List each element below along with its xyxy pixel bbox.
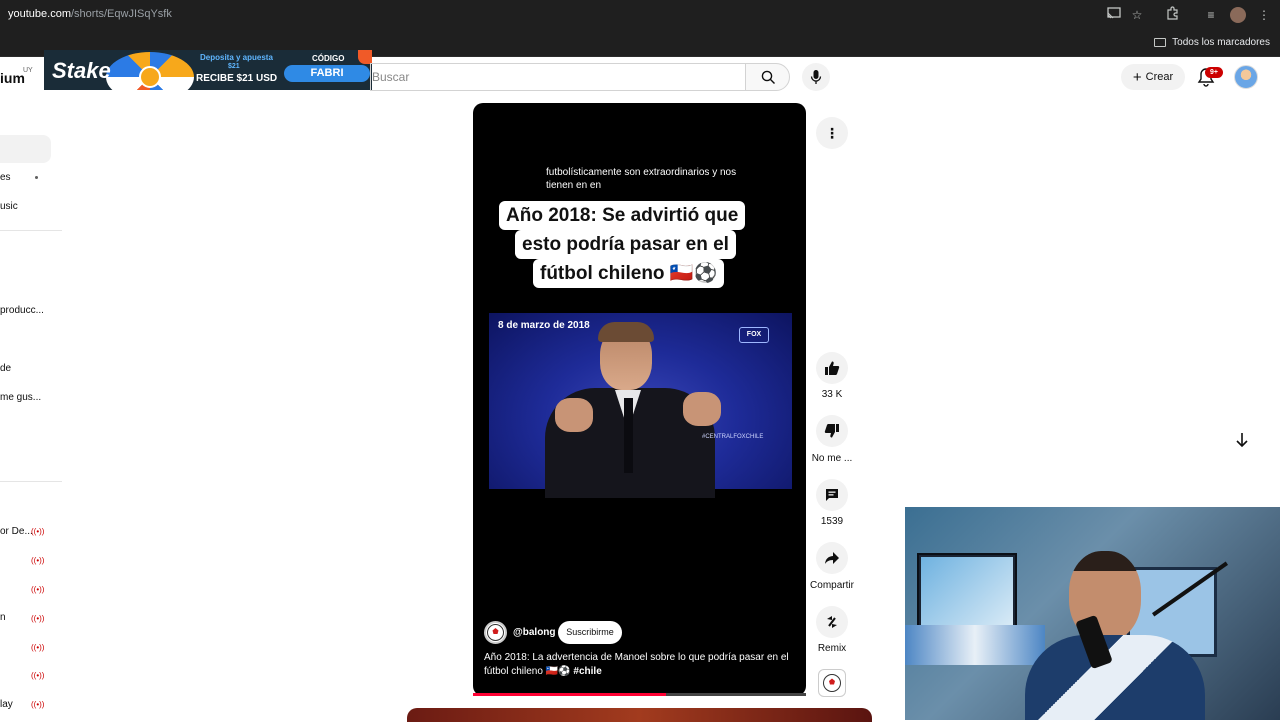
url-host: youtube.com bbox=[8, 8, 71, 20]
video-subtitle: futbolísticamente son extraordinarios y … bbox=[546, 167, 737, 191]
comment-icon bbox=[826, 489, 838, 501]
description-text: Año 2018: La advertencia de Manoel sobre… bbox=[484, 652, 789, 677]
fox-channel-logo: FOX bbox=[739, 327, 769, 343]
account-avatar[interactable] bbox=[1234, 65, 1258, 89]
live-icon[interactable]: ((•)) bbox=[31, 642, 44, 653]
url-path: /shorts/EqwJISqYsfk bbox=[70, 8, 172, 20]
remix-button[interactable] bbox=[816, 606, 848, 638]
streamer-webcam-overlay bbox=[905, 507, 1280, 720]
sidebar-new-dot bbox=[35, 176, 38, 179]
original-sound-button[interactable] bbox=[818, 669, 846, 697]
sidebar-divider bbox=[0, 481, 62, 482]
like-button[interactable] bbox=[816, 352, 848, 384]
like-count: 33 K bbox=[821, 389, 843, 400]
video-progress-fill bbox=[473, 693, 666, 696]
sidebar-live-channel[interactable]: or De... bbox=[0, 526, 33, 537]
live-icon: ((•)) bbox=[31, 700, 45, 709]
sidebar-item-music[interactable]: usic bbox=[0, 201, 18, 212]
url-text[interactable]: youtube.com/shorts/EqwJISqYsfk bbox=[8, 8, 172, 20]
ad-brand-logo: Stake bbox=[52, 58, 111, 83]
video-title-line: Año 2018: Se advirtió que bbox=[499, 201, 746, 230]
create-button[interactable]: + Crear bbox=[1121, 64, 1185, 90]
search-input[interactable] bbox=[372, 65, 732, 89]
voice-search-button[interactable] bbox=[802, 63, 830, 91]
comment-count: 1539 bbox=[820, 516, 844, 527]
dislike-button[interactable] bbox=[816, 415, 848, 447]
sidebar-item-later[interactable]: de bbox=[0, 363, 11, 374]
create-label: Crear bbox=[1145, 71, 1174, 83]
ad-code-label: CÓDIGO bbox=[312, 54, 345, 63]
video-description[interactable]: Año 2018: La advertencia de Manoel sobre… bbox=[484, 651, 794, 679]
channel-name[interactable]: @balong bbox=[513, 627, 556, 638]
more-vert-icon: ⋮ bbox=[825, 125, 839, 141]
sidebar-live-channel[interactable]: lay bbox=[0, 699, 13, 710]
ad-deposit-amount: $21 bbox=[228, 63, 240, 70]
arrow-down-icon bbox=[1236, 433, 1248, 448]
all-bookmarks-button[interactable]: Todos los marcadores bbox=[1154, 37, 1270, 48]
clip-hashtag: #CENTRALFOXCHILE bbox=[702, 434, 764, 440]
soccer-ball-icon bbox=[487, 624, 504, 641]
sidebar-item-active[interactable] bbox=[0, 135, 51, 163]
browser-url-bar[interactable]: youtube.com/shorts/EqwJISqYsfk bbox=[0, 0, 1280, 30]
logo-country-code: UY bbox=[23, 67, 33, 74]
ad-corner-icon bbox=[358, 50, 372, 64]
bookmark-star-icon[interactable]: ☆ bbox=[1128, 6, 1146, 24]
live-icon[interactable]: ((•)) bbox=[31, 584, 44, 595]
share-button[interactable] bbox=[816, 542, 848, 574]
search-button[interactable] bbox=[745, 63, 790, 91]
sidebar-divider bbox=[0, 230, 62, 231]
live-icon: ((•)) bbox=[31, 614, 45, 623]
live-icon[interactable]: ((•)) bbox=[31, 670, 44, 681]
presenter-hand bbox=[683, 392, 721, 426]
extensions-icon[interactable] bbox=[1164, 6, 1182, 24]
soccer-ball-icon bbox=[823, 674, 841, 692]
share-label: Compartir bbox=[810, 580, 854, 591]
channel-avatar[interactable] bbox=[484, 621, 507, 644]
thumbs-down-icon bbox=[824, 424, 839, 438]
sidebar-item-liked[interactable]: me gus... bbox=[0, 392, 41, 403]
description-hashtag[interactable]: #chile bbox=[573, 666, 601, 677]
media-controls-icon[interactable]: ≡ bbox=[1202, 6, 1220, 24]
sidebar-live-channel[interactable]: n bbox=[0, 612, 6, 623]
thumbs-up-icon bbox=[825, 361, 840, 375]
folder-icon bbox=[1154, 38, 1167, 47]
remix-icon bbox=[827, 616, 837, 628]
presenter-hair bbox=[598, 322, 654, 342]
video-title-line: fútbol chileno 🇨🇱⚽ bbox=[533, 259, 725, 288]
youtube-logo-text[interactable]: ium bbox=[0, 70, 25, 86]
plus-icon: + bbox=[1132, 68, 1142, 86]
subscribe-button[interactable]: Suscribirme bbox=[558, 621, 622, 644]
ad-coin-icon bbox=[139, 66, 161, 88]
comments-button[interactable] bbox=[816, 479, 848, 511]
share-icon bbox=[825, 552, 839, 564]
browser-profile-avatar[interactable] bbox=[1230, 7, 1246, 23]
ad-deposit-text: Deposita y apuesta bbox=[200, 53, 273, 62]
notifications-badge: 9+ bbox=[1205, 67, 1223, 78]
dislike-label: No me ... bbox=[811, 453, 853, 464]
live-icon[interactable]: ((•)) bbox=[31, 555, 44, 566]
ad-receive-text: RECIBE $21 USD bbox=[196, 73, 278, 84]
clip-date: 8 de marzo de 2018 bbox=[498, 320, 590, 331]
presenter-hand bbox=[555, 398, 593, 432]
uruguay-flag bbox=[905, 625, 1045, 665]
next-short-button[interactable] bbox=[1228, 426, 1256, 454]
search-icon bbox=[761, 70, 775, 84]
monitor-screen bbox=[921, 557, 1013, 625]
cast-icon[interactable] bbox=[1105, 6, 1123, 24]
sidebar-item-subscriptions[interactable]: es bbox=[0, 172, 11, 183]
sidebar-item-productions[interactable]: producc... bbox=[0, 305, 44, 316]
ad-promo-code: FABRI bbox=[284, 65, 370, 82]
microphone-icon bbox=[810, 70, 822, 84]
remix-label: Remix bbox=[817, 643, 847, 654]
all-bookmarks-label: Todos los marcadores bbox=[1172, 37, 1270, 48]
stake-ad-banner[interactable]: Stake Deposita y apuesta $21 RECIBE $21 … bbox=[44, 50, 372, 90]
presenter-tie bbox=[624, 398, 633, 473]
more-options-button[interactable]: ⋮ bbox=[816, 117, 848, 149]
streamer-jacket bbox=[1025, 635, 1205, 720]
browser-menu-icon[interactable]: ⋮ bbox=[1255, 6, 1273, 24]
live-icon: ((•)) bbox=[31, 527, 45, 536]
video-title-line: esto podría pasar en el bbox=[515, 230, 736, 259]
